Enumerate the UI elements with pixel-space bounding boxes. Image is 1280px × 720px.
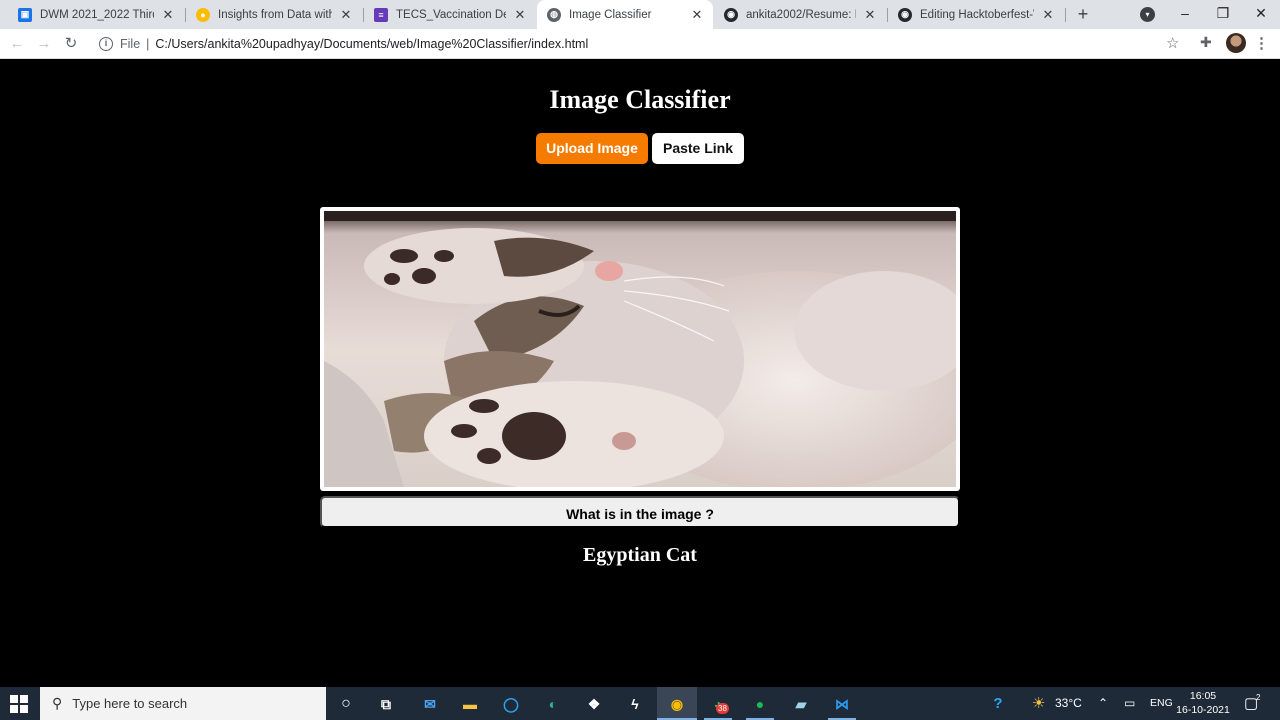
browser-tab[interactable]: ▣ DWM 2021_2022 Third Year ✕ [8,0,184,29]
github-icon: ◉ [724,7,738,22]
upload-image-button[interactable]: Upload Image [536,133,648,164]
close-tab-icon[interactable]: ✕ [160,7,176,23]
scheme-label: File [120,37,141,51]
page-content: Image Classifier Upload Image Paste Link [0,60,1280,687]
weather-temp[interactable]: 33°C [1055,687,1082,720]
globe-icon: ◍ [547,7,561,22]
close-tab-icon[interactable]: ✕ [1040,7,1056,23]
edge-icon[interactable]: ◐ [540,691,566,717]
notification-icon[interactable]: ▢ [1244,687,1258,720]
course-icon: ● [196,7,210,22]
reload-icon[interactable]: ↻ [61,33,81,55]
alexa-icon[interactable]: ◯ [498,691,524,717]
cortana-icon[interactable]: ○ [333,691,359,717]
search-icon: ⚲ [52,695,63,711]
network-icon[interactable]: ▭ [1124,687,1135,720]
windows-taskbar: ⚲ Type here to search ○ ⧉ ✉ ▬ ◯ ◐ ❖ ϟ ◉ … [0,687,1280,720]
tab-title: DWM 2021_2022 Third Year [40,8,154,21]
url-text[interactable]: C:/Users/ankita%20upadhyay/Documents/web… [155,37,588,51]
bookmark-star-icon[interactable]: ☆ [1166,34,1179,52]
address-bar[interactable]: i File | C:/Users/ankita%20upadhyay/Docu… [92,32,1192,56]
notification-count: 2 [1256,693,1261,702]
tab-title: Image Classifier [569,8,652,21]
task-view-icon[interactable]: ⧉ [373,691,399,717]
close-tab-icon[interactable]: ✕ [512,7,528,23]
mail-icon[interactable]: ✉ [417,691,443,717]
close-tab-icon[interactable]: ✕ [862,7,878,23]
clock-time: 16:05 [1189,690,1217,702]
search-placeholder: Type here to search [72,696,188,711]
windows-start-icon[interactable] [10,695,28,713]
browser-tab[interactable]: ● Insights from Data with BigQ ✕ [186,0,362,29]
help-icon[interactable]: ? [985,691,1011,717]
chrome-icon[interactable]: ◉ [664,691,690,717]
app-icon[interactable]: ϟ [622,691,648,717]
weather-icon[interactable]: ☀ [1032,687,1045,720]
close-tab-icon[interactable]: ✕ [338,7,354,23]
image-preview [320,207,960,491]
prediction-result: Egyptian Cat [583,544,697,566]
tab-title: Insights from Data with BigQ [218,8,332,21]
extensions-icon[interactable]: ✚ [1200,34,1212,51]
divider: | [146,37,150,51]
back-icon[interactable]: ← [7,33,27,55]
restore-button[interactable]: ❐ [1204,0,1242,29]
vscode-icon[interactable]: ⋈ [829,691,855,717]
close-tab-icon[interactable]: ✕ [689,7,705,23]
forms-icon: ≡ [374,7,388,22]
tab-separator [1065,8,1066,22]
browser-tab[interactable]: ◉ Editing Hacktoberfest-Webp ✕ [888,0,1064,29]
browser-tab[interactable]: ≡ TECS_Vaccination Details - G ✕ [364,0,536,29]
minimize-button[interactable]: – [1166,0,1204,29]
dropbox-icon[interactable]: ❖ [581,691,607,717]
info-icon[interactable]: i [99,37,113,51]
spotify-icon[interactable]: ● [747,691,773,717]
system-clock[interactable]: 16:05 16-10-2021 [1176,689,1230,717]
tray-chevron-icon[interactable]: ⌃ [1098,687,1108,720]
page-title: Image Classifier [549,85,731,114]
tab-title: ankita2002/Resume: Its just [746,8,856,21]
whatsapp-badge: 38 [716,703,729,714]
taskbar-search-box[interactable]: ⚲ Type here to search [40,687,326,720]
kitten-image [324,211,956,487]
browser-tab-strip: ▣ DWM 2021_2022 Third Year ✕ ● Insights … [0,0,1280,29]
classify-button[interactable]: What is in the image ? [320,496,960,528]
menu-icon[interactable]: ⋮ [1254,34,1269,52]
tab-search-icon[interactable]: ▾ [1140,7,1155,22]
file-explorer-icon[interactable]: ▬ [457,691,483,717]
forward-icon[interactable]: → [34,33,54,55]
new-tab-button[interactable]: + [1073,4,1093,24]
github-icon: ◉ [898,7,912,22]
tab-title: TECS_Vaccination Details - G [396,8,506,21]
profile-avatar[interactable] [1226,33,1246,53]
close-window-button[interactable]: ✕ [1242,0,1280,29]
notepad-icon[interactable]: ▰ [788,691,814,717]
clock-date: 16-10-2021 [1176,704,1230,716]
paste-link-button[interactable]: Paste Link [652,133,744,164]
classroom-icon: ▣ [18,7,32,22]
tab-title: Editing Hacktoberfest-Webp [920,8,1034,21]
browser-toolbar: ← → ↻ i File | C:/Users/ankita%20upadhya… [0,29,1280,59]
language-indicator[interactable]: ENG [1150,687,1173,720]
browser-tab-active[interactable]: ◍ Image Classifier ✕ [537,0,713,29]
browser-tab[interactable]: ◉ ankita2002/Resume: Its just ✕ [714,0,886,29]
